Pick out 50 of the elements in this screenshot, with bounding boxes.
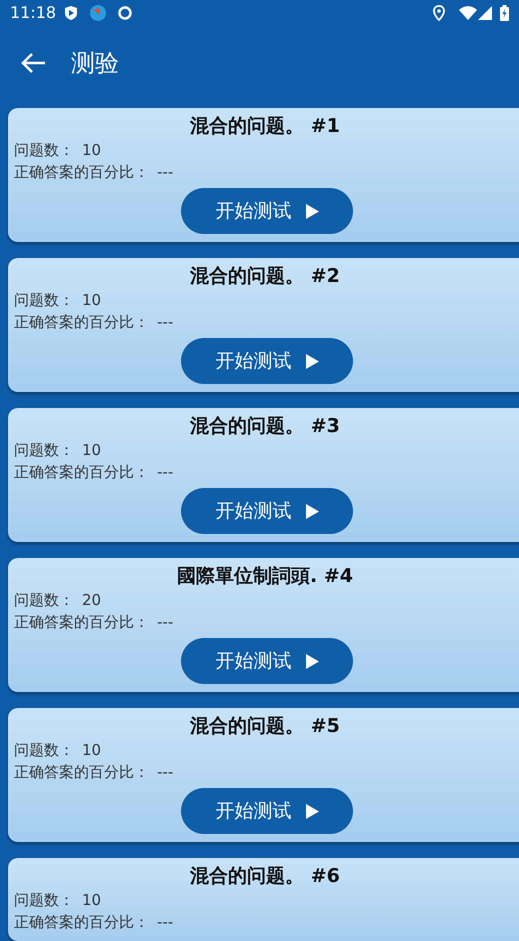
correct-percent: --- (157, 612, 174, 633)
correct-percent: --- (157, 462, 174, 483)
correct-percent-label: 正确答案的百分比： (14, 612, 149, 633)
question-count-label: 问题数： (14, 890, 74, 911)
correct-percent-label: 正确答案的百分比： (14, 912, 149, 933)
correct-percent-label: 正确答案的百分比： (14, 762, 149, 783)
start-test-button[interactable]: 开始测试 (181, 488, 353, 534)
play-icon (306, 354, 318, 368)
correct-percent: --- (157, 762, 174, 783)
question-count-label: 问题数： (14, 590, 74, 611)
question-count-label: 问题数： (14, 140, 74, 161)
question-count-label: 问题数： (14, 740, 74, 761)
correct-percent-label: 正确答案的百分比： (14, 312, 149, 333)
play-icon (306, 204, 318, 218)
play-icon (306, 654, 318, 668)
correct-percent-label: 正确答案的百分比： (14, 162, 149, 183)
quiz-title: 國際單位制詞頭. #4 (177, 564, 353, 589)
start-test-button[interactable]: 开始测试 (181, 338, 353, 384)
correct-percent: --- (157, 312, 174, 333)
quiz-title: 混合的问题。 #2 (190, 264, 340, 289)
play-icon (306, 504, 318, 518)
wifi-icon (459, 6, 477, 20)
start-test-button[interactable]: 开始测试 (181, 638, 353, 684)
question-count-label: 问题数： (14, 290, 74, 311)
battery-icon (500, 4, 509, 20)
start-test-button[interactable]: 开始测试 (181, 788, 353, 834)
back-arrow-icon[interactable] (20, 52, 46, 74)
quiz-title: 混合的问题。 #1 (190, 114, 340, 139)
correct-percent: --- (157, 162, 174, 183)
location-icon (433, 4, 445, 20)
status-time: 11:18 (10, 2, 56, 24)
quiz-title: 混合的问题。 #6 (190, 864, 340, 889)
question-count: 10 (82, 440, 102, 461)
start-test-button[interactable]: 开始测试 (181, 188, 353, 234)
circle-icon (118, 6, 132, 20)
question-count-label: 问题数： (14, 440, 74, 461)
quiz-title: 混合的问题。 #5 (190, 714, 340, 739)
app-icon (90, 4, 106, 20)
question-count: 10 (82, 290, 102, 311)
correct-percent-label: 正确答案的百分比： (14, 462, 149, 483)
question-count: 10 (82, 140, 102, 161)
quiz-title: 混合的问题。 #3 (190, 414, 340, 439)
shield-icon (64, 4, 78, 20)
question-count: 20 (82, 590, 102, 611)
page-title: 测验 (71, 48, 119, 78)
play-icon (306, 804, 318, 818)
question-count: 10 (82, 740, 102, 761)
question-count: 10 (82, 890, 102, 911)
signal-icon (478, 6, 492, 20)
correct-percent: --- (157, 912, 174, 933)
